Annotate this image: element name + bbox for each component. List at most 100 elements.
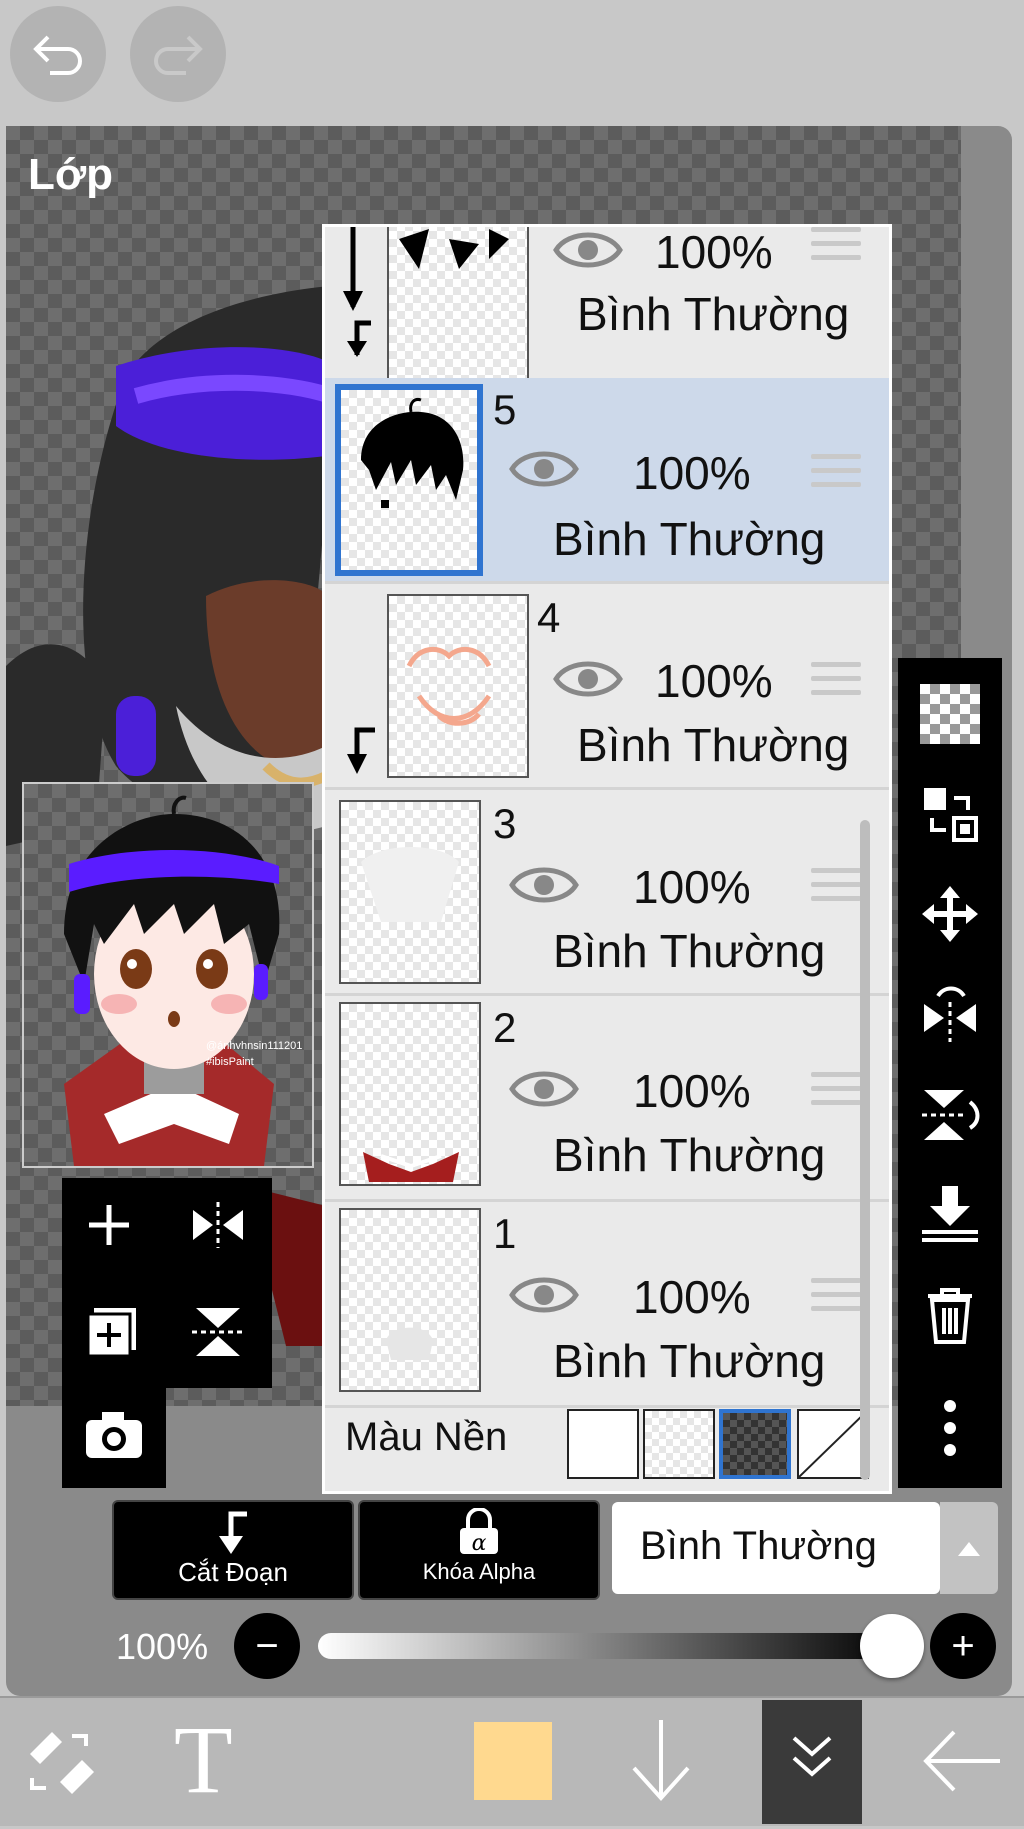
drag-handle-icon[interactable] [811,662,861,696]
layer-thumbnail [339,800,481,984]
layer-opacity: 100% [633,861,751,913]
layer-opacity: 100% [633,447,751,499]
drag-handle-icon[interactable] [811,227,861,261]
eye-icon[interactable] [509,862,579,908]
layer-row-4[interactable]: 4 100% Bình Thường [325,584,889,790]
undo-button[interactable] [10,6,106,102]
opacity-increase-button[interactable]: + [930,1613,996,1679]
drag-handle-icon[interactable] [811,1278,861,1312]
layer-action-tools [62,1178,272,1388]
right-tool-column [898,658,1002,1488]
redo-icon [154,35,203,75]
text-tool-icon[interactable]: T [174,1704,233,1815]
eye-icon[interactable] [509,446,579,492]
layer-thumbnail [387,227,529,381]
alpha-lock-button[interactable]: α Khóa Alpha [358,1500,600,1600]
add-copy-icon [86,1308,136,1358]
layer-opacity: 100% [633,1271,751,1323]
redo-button[interactable] [130,6,226,102]
eye-icon[interactable] [553,656,623,702]
opacity-value: 100% [116,1626,209,1667]
clipping-button[interactable]: Cắt Đoạn [112,1500,354,1600]
collapse-icon [792,1736,832,1777]
add-layer-button[interactable] [84,1200,134,1255]
background-color-row: Màu Nền [325,1381,889,1491]
drag-handle-icon[interactable] [811,454,861,488]
clipping-arrow-icon [343,227,371,357]
svg-text:α: α [472,1531,487,1556]
preview-image[interactable]: @ánhvhnsin111201 #ibisPaint [22,782,314,1168]
layer-opacity: 100% [633,1065,751,1117]
background-color-label: Màu Nền [345,1415,508,1459]
watermark-line1: @ánhvhnsin111201 [206,1040,303,1052]
eye-icon[interactable] [553,227,623,273]
layer-thumbnail [335,384,483,576]
layer-number: 1 [493,1210,517,1257]
opacity-decrease-button[interactable]: − [234,1613,300,1679]
layer-blend-mode: Bình Thường [577,288,850,340]
layer-row-3[interactable]: 3 100% Bình Thường [325,790,889,996]
clipping-label: Cắt Đoạn [178,1557,288,1587]
drag-handle-icon[interactable] [811,868,861,902]
flip-vertical-icon [192,1308,244,1356]
blend-mode-dropdown-button[interactable] [940,1502,998,1594]
color-swatch[interactable] [472,1720,554,1802]
layer-blend-mode: Bình Thường [577,719,850,771]
more-icon[interactable] [920,1398,980,1458]
move-icon[interactable] [920,884,980,944]
layer-opacity: 100% [655,655,773,707]
import-photo-button[interactable] [84,1410,144,1465]
drag-handle-icon[interactable] [811,1072,861,1106]
layer-row-2[interactable]: 2 100% Bình Thường [325,996,889,1202]
panel-title: Lớp [28,150,114,199]
eraser-tool-icon[interactable] [22,1724,102,1800]
bg-light-checker-swatch[interactable] [643,1409,715,1479]
layer-number: 3 [493,800,517,847]
layer-list-scrollbar[interactable] [860,820,870,1480]
preview-artwork [64,795,280,1166]
layer-number: 5 [493,386,517,433]
layer-row-1[interactable]: 1 100% Bình Thường [325,1202,889,1408]
plus-icon [89,1205,129,1245]
plus-icon: + [951,1623,975,1668]
layer-number: 4 [537,594,561,641]
flip-vertical-icon[interactable] [920,1084,980,1144]
flip-horizontal-icon [193,1202,243,1248]
arrow-down-icon[interactable] [626,1716,696,1806]
lock-icon: α [460,1507,498,1556]
merge-down-icon[interactable] [920,1184,980,1244]
bg-dark-checker-swatch[interactable] [719,1409,791,1479]
trash-icon[interactable] [920,1284,980,1344]
bg-white-swatch[interactable] [567,1409,639,1479]
bottom-toolbar: T [0,1696,1024,1826]
layer-thumbnail [339,1208,481,1392]
flip-layer-horizontal-button[interactable] [188,1200,248,1255]
clipping-arrow-icon [347,727,375,774]
layer-row-5[interactable]: 5 100% Bình Thường [325,378,889,584]
collapse-button[interactable] [762,1700,862,1824]
camera-tool-block [62,1388,166,1488]
duplicate-layer-button[interactable] [86,1306,140,1365]
triangle-up-icon [958,1542,980,1556]
flip-horizontal-icon[interactable] [920,984,980,1044]
eye-icon[interactable] [509,1066,579,1112]
opacity-slider[interactable] [318,1633,900,1659]
layer-opacity: 100% [655,226,773,278]
flip-layer-vertical-button[interactable] [188,1302,248,1367]
back-arrow-icon[interactable] [920,1726,1004,1796]
layer-thumbnail [387,594,529,778]
layer-blend-mode: Bình Thường [553,513,826,565]
blend-mode-value: Bình Thường [640,1524,877,1568]
transparent-icon[interactable] [920,684,980,744]
swap-layer-icon[interactable] [920,784,980,844]
minus-icon: − [255,1623,279,1668]
opacity-slider-thumb[interactable] [860,1614,924,1678]
eye-icon[interactable] [509,1272,579,1318]
layer-blend-mode: Bình Thường [553,1335,826,1387]
layer-list[interactable]: 100% Bình Thường 5 100% Bình Thường 4 10… [322,224,892,1494]
alpha-lock-label: Khóa Alpha [422,1559,536,1584]
undo-icon [33,35,82,75]
blend-mode-select[interactable]: Bình Thường [612,1502,940,1594]
layer-row[interactable]: 100% Bình Thường [325,226,889,381]
bg-none-swatch[interactable] [797,1409,869,1479]
